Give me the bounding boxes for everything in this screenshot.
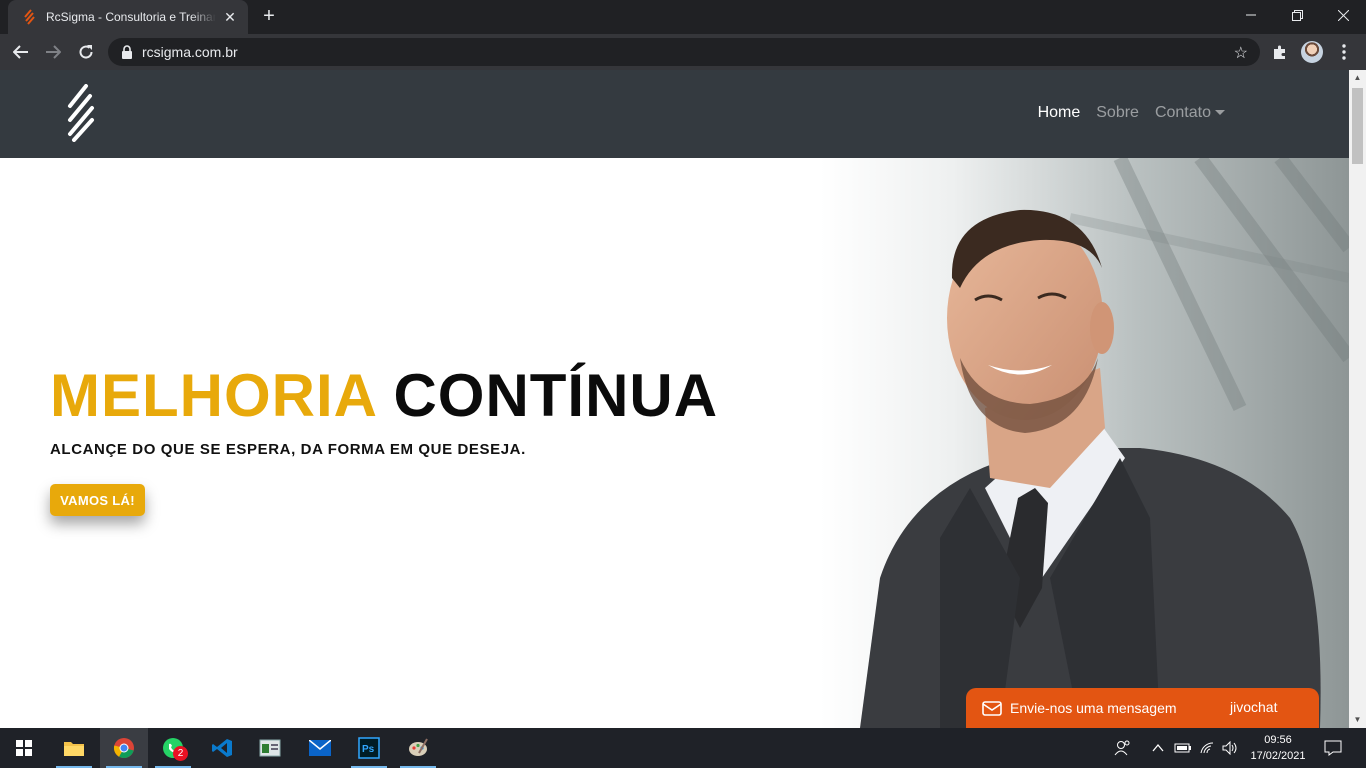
address-bar[interactable]: rcsigma.com.br ☆ xyxy=(108,38,1260,66)
envelope-icon xyxy=(982,700,1002,716)
browser-tab-strip: RcSigma - Consultoria e Treinamentos ✕ + xyxy=(0,0,1366,34)
extensions-button[interactable] xyxy=(1267,39,1293,65)
new-tab-button[interactable]: + xyxy=(258,6,280,28)
chevron-up-icon[interactable] xyxy=(1152,728,1164,768)
taskbar-vscode[interactable] xyxy=(198,728,246,768)
notification-badge: 2 xyxy=(173,746,188,761)
battery-icon[interactable] xyxy=(1174,728,1192,768)
taskbar-whatsapp[interactable]: 2 xyxy=(149,728,197,768)
reload-icon xyxy=(79,45,93,59)
arrow-left-icon xyxy=(13,45,28,59)
close-icon xyxy=(1337,9,1349,21)
lock-icon xyxy=(122,45,132,59)
windows-taskbar: 2 Ps 09:56 17/02/2021 xyxy=(0,728,1366,768)
chat-message-label: Envie-nos uma mensagem xyxy=(1010,700,1177,716)
browser-menu-button[interactable] xyxy=(1331,39,1357,65)
minimize-icon xyxy=(1246,14,1256,16)
nav-links: Home Sobre Contato xyxy=(1038,104,1225,122)
site-favicon-icon xyxy=(24,9,35,25)
scroll-down-icon[interactable]: ▼ xyxy=(1349,712,1366,728)
minimize-button[interactable] xyxy=(1228,0,1274,30)
puzzle-icon xyxy=(1274,45,1285,59)
nav-sobre-link[interactable]: Sobre xyxy=(1096,104,1139,122)
browser-toolbar: rcsigma.com.br ☆ xyxy=(0,34,1366,70)
clock-time: 09:56 xyxy=(1264,734,1292,746)
hero-subheadline: ALCANÇE DO QUE SE ESPERA, DA FORMA EM QU… xyxy=(50,441,526,458)
more-vertical-icon xyxy=(1342,44,1346,60)
svg-text:Ps: Ps xyxy=(362,744,375,755)
taskbar-chrome[interactable] xyxy=(100,728,148,768)
taskbar-paint[interactable] xyxy=(394,728,442,768)
hero-headline: MELHORIA CONTÍNUA xyxy=(50,366,718,426)
nav-home-link[interactable]: Home xyxy=(1038,104,1081,122)
rcsigma-logo[interactable] xyxy=(64,84,96,142)
profile-avatar[interactable] xyxy=(1301,41,1323,63)
headline-main: CONTÍNUA xyxy=(393,362,719,429)
tab-title: RcSigma - Consultoria e Treinamentos xyxy=(46,10,216,24)
vamos-la-button[interactable]: VAMOS LÁ! xyxy=(50,484,145,516)
volume-icon[interactable] xyxy=(1221,728,1239,768)
arrow-right-icon xyxy=(46,45,61,59)
headline-accent: MELHORIA xyxy=(50,362,376,429)
taskbar-app-window[interactable] xyxy=(246,728,294,768)
bookmark-star-icon[interactable]: ☆ xyxy=(1234,43,1248,63)
scrollbar-thumb[interactable] xyxy=(1352,88,1363,164)
hero-section: MELHORIA CONTÍNUA ALCANÇE DO QUE SE ESPE… xyxy=(0,158,1349,728)
close-window-button[interactable] xyxy=(1320,0,1366,30)
people-icon[interactable] xyxy=(1114,728,1132,768)
nav-contato-dropdown[interactable]: Contato xyxy=(1155,104,1225,122)
restore-icon xyxy=(1291,9,1303,21)
site-navbar: Home Sobre Contato xyxy=(0,70,1349,158)
scroll-up-icon[interactable]: ▲ xyxy=(1349,70,1366,86)
page-scrollbar[interactable]: ▲ ▼ xyxy=(1349,70,1366,728)
system-clock[interactable]: 09:56 17/02/2021 xyxy=(1240,732,1316,764)
tab-close-icon[interactable]: ✕ xyxy=(222,9,238,26)
notification-center-icon[interactable] xyxy=(1324,728,1342,768)
folder-icon xyxy=(64,742,84,756)
caret-down-icon xyxy=(1215,110,1225,116)
windows-logo-icon xyxy=(16,740,32,756)
browser-tab[interactable]: RcSigma - Consultoria e Treinamentos ✕ xyxy=(8,0,248,34)
forward-button[interactable] xyxy=(40,39,66,65)
hero-photo xyxy=(820,158,1349,728)
mail-icon xyxy=(309,740,331,756)
taskbar-mail[interactable] xyxy=(296,728,344,768)
clock-date: 17/02/2021 xyxy=(1250,750,1306,762)
wifi-icon[interactable] xyxy=(1199,728,1217,768)
restore-button[interactable] xyxy=(1274,0,1320,30)
start-button[interactable] xyxy=(0,728,48,768)
paint-palette-icon xyxy=(409,738,428,756)
jivochat-widget[interactable]: Envie-nos uma mensagem jivochat xyxy=(966,688,1319,728)
back-button[interactable] xyxy=(8,39,34,65)
taskbar-photoshop[interactable]: Ps xyxy=(345,728,393,768)
vscode-icon xyxy=(212,739,232,757)
photoshop-icon: Ps xyxy=(358,737,380,759)
chrome-icon xyxy=(113,738,134,759)
reload-button[interactable] xyxy=(73,39,99,65)
chat-brand-label: jivochat xyxy=(1230,699,1278,715)
url-text: rcsigma.com.br xyxy=(142,44,238,60)
taskbar-file-explorer[interactable] xyxy=(50,728,98,768)
page-viewport: Home Sobre Contato MELHORIA CONTÍNUA ALC… xyxy=(0,70,1349,728)
nav-contato-label: Contato xyxy=(1154,104,1211,121)
window-app-icon xyxy=(259,739,281,757)
